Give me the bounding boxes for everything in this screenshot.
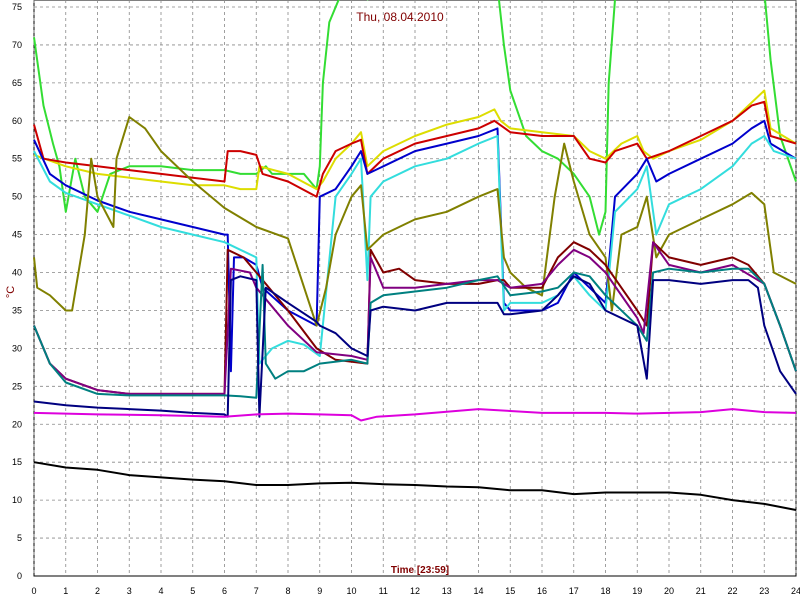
x-tick-labels: 0 1 2 3 4 5 6 7 8 9 10 11 12 13 14 15 16 17 18 19 20 21 22 23 24 <box>31 586 800 596</box>
y-tick-label: 30 <box>12 343 22 353</box>
y-tick-label: 70 <box>12 40 22 50</box>
x-tick-label: 18 <box>600 586 610 596</box>
y-tick-label: 75 <box>12 2 22 12</box>
x-tick-label: 13 <box>442 586 452 596</box>
y-tick-label: 10 <box>12 495 22 505</box>
x-tick-label: 0 <box>31 586 36 596</box>
y-tick-label: 20 <box>12 419 22 429</box>
x-tick-label: 15 <box>505 586 515 596</box>
y-tick-label: 25 <box>12 381 22 391</box>
x-tick-label: 2 <box>95 586 100 596</box>
chart-title: Thu, 08.04.2010 <box>356 10 444 24</box>
x-tick-label: 8 <box>285 586 290 596</box>
x-tick-label: 20 <box>664 586 674 596</box>
x-axis-label: Time [23:59] <box>391 565 449 576</box>
x-tick-label: 19 <box>632 586 642 596</box>
x-tick-label: 10 <box>346 586 356 596</box>
y-tick-label: 60 <box>12 116 22 126</box>
x-tick-label: 4 <box>158 586 163 596</box>
y-tick-label: 50 <box>12 192 22 202</box>
y-tick-label: 15 <box>12 457 22 467</box>
x-tick-label: 23 <box>759 586 769 596</box>
y-tick-label: 45 <box>12 230 22 240</box>
x-tick-label: 3 <box>127 586 132 596</box>
x-tick-label: 11 <box>379 586 388 596</box>
y-tick-label: 40 <box>12 268 22 278</box>
x-tick-label: 22 <box>727 586 737 596</box>
x-tick-label: 17 <box>569 586 579 596</box>
x-tick-label: 16 <box>537 586 547 596</box>
x-tick-label: 21 <box>696 586 706 596</box>
y-tick-label: 35 <box>12 305 22 315</box>
line-chart: 051015202530354045505560657075 012345678… <box>5 0 800 596</box>
x-tick-label: 1 <box>63 586 68 596</box>
x-tick-label: 14 <box>473 586 483 596</box>
x-tick-label: 5 <box>190 586 195 596</box>
x-tick-label: 12 <box>410 586 420 596</box>
y-tick-label: 65 <box>12 78 22 88</box>
x-tick-label: 9 <box>317 586 322 596</box>
y-axis-label: °C <box>5 286 17 298</box>
y-tick-label: 0 <box>17 571 22 581</box>
x-tick-label: 24 <box>791 586 800 596</box>
x-tick-label: 7 <box>254 586 259 596</box>
y-tick-label: 55 <box>12 154 22 164</box>
y-tick-label: 5 <box>17 533 22 543</box>
x-tick-label: 6 <box>222 586 227 596</box>
